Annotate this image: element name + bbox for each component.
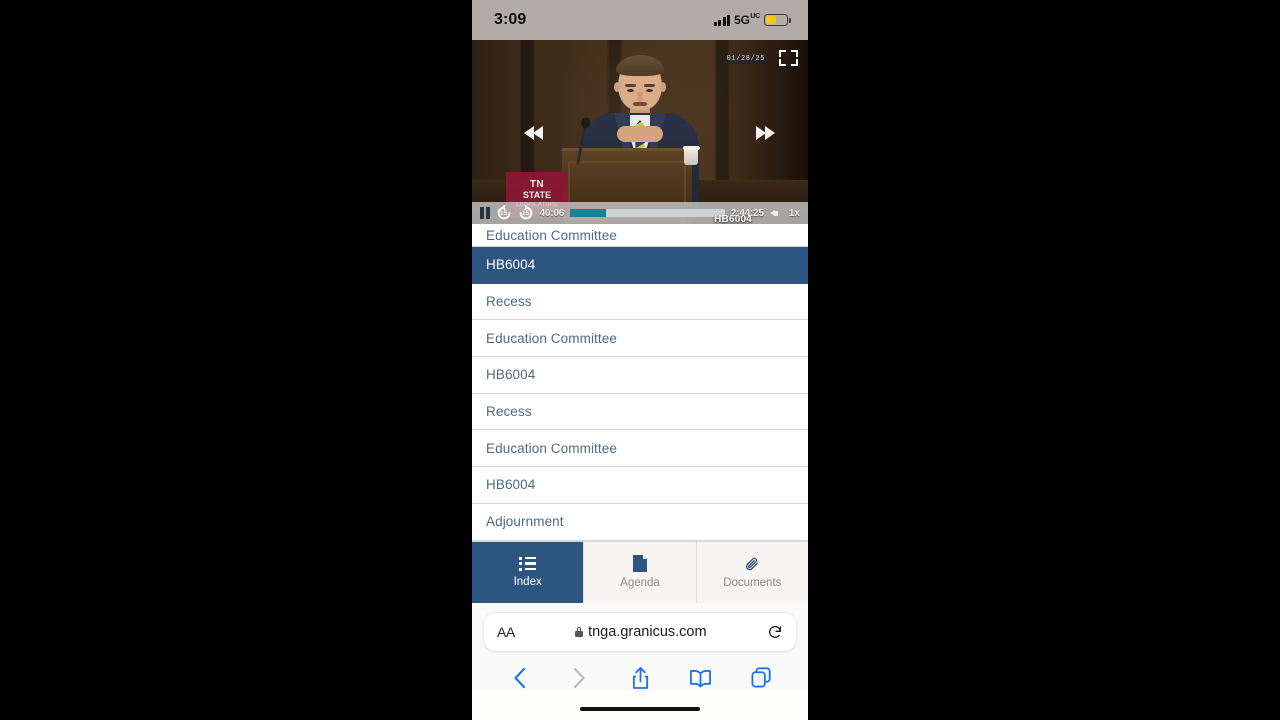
text-size-button[interactable]: AA	[497, 624, 515, 640]
home-indicator	[580, 706, 700, 711]
list-item[interactable]: Education Committee	[472, 430, 808, 468]
video-player[interactable]: 01/28/25 TN STATE LEGISLATURE HB6004	[472, 40, 808, 224]
progress-scrubber[interactable]	[570, 209, 725, 217]
tab-agenda-label: Agenda	[620, 577, 660, 589]
list-item[interactable]: Recess	[472, 394, 808, 431]
list-item-label: Education Committee	[486, 228, 617, 243]
forward-icon	[567, 665, 593, 691]
skip-back-15-button[interactable]: 15	[496, 205, 512, 221]
url-text: tnga.granicus.com	[588, 623, 707, 640]
list-item-label: Recess	[486, 404, 532, 420]
list-item[interactable]: HB6004	[472, 357, 808, 394]
current-time-label: 40:06	[539, 207, 565, 219]
status-bar: 3:09 5G UC	[472, 0, 808, 40]
playback-speed-button[interactable]: 1x	[789, 208, 800, 219]
signal-bars-icon	[713, 14, 731, 26]
list-item[interactable]: Recess	[472, 284, 808, 321]
video-date-overlay: 01/28/25	[723, 54, 768, 64]
list-item-label: HB6004	[486, 367, 536, 383]
list-item[interactable]: Education Committee	[472, 224, 808, 247]
phone-viewport: 3:09 5G UC 01/28/25 TN STATE HB6004 15 1…	[472, 0, 808, 720]
list-item-label: HB6004	[486, 477, 536, 493]
skip-forward-label: 15	[521, 209, 530, 217]
list-item[interactable]: Education Committee	[472, 320, 808, 358]
tab-agenda[interactable]: Agenda	[584, 541, 697, 603]
list-item[interactable]: Adjournment	[472, 504, 808, 541]
watermark-line-2: STATE	[522, 190, 552, 200]
index-list: Education Committee HB6004 Recess Educat…	[472, 224, 808, 541]
bookmarks-icon[interactable]	[688, 665, 714, 691]
pause-button[interactable]	[480, 207, 490, 219]
network-type-text: 5G	[734, 13, 750, 27]
text-size-label: AA	[497, 623, 515, 640]
skip-forward-15-button[interactable]: 15	[518, 205, 534, 221]
tab-documents-label: Documents	[723, 577, 782, 589]
reload-icon[interactable]	[767, 624, 783, 640]
address-bar[interactable]: AA tnga.granicus.com	[484, 612, 796, 651]
fullscreen-expand-icon[interactable]	[779, 50, 798, 66]
network-subtype-text: UC	[750, 13, 760, 20]
paperclip-icon	[746, 557, 759, 571]
list-icon	[519, 556, 537, 571]
list-item-selected[interactable]: HB6004	[472, 247, 808, 284]
status-bar-time: 3:09	[494, 11, 527, 28]
list-item-label: Education Committee	[486, 330, 617, 346]
list-item-label: Recess	[486, 294, 532, 310]
tab-index[interactable]: Index	[472, 541, 585, 603]
coffee-cup	[682, 145, 700, 165]
battery-icon	[764, 14, 791, 26]
list-item[interactable]: HB6004	[472, 467, 808, 504]
bottom-tab-bar: Index Agenda Documents	[472, 540, 808, 603]
share-icon[interactable]	[627, 665, 653, 691]
document-icon	[632, 555, 647, 572]
skip-back-label: 15	[499, 209, 508, 217]
safari-chrome: AA tnga.granicus.com	[472, 602, 808, 711]
list-item-label: Adjournment	[486, 514, 564, 530]
watermark-line-1: TN	[529, 179, 545, 190]
url-display[interactable]: tnga.granicus.com	[575, 623, 707, 640]
list-item-label: Education Committee	[486, 440, 617, 456]
volume-icon[interactable]	[769, 207, 783, 219]
speaker-hands	[617, 126, 663, 142]
tabs-icon[interactable]	[748, 665, 774, 691]
network-type-label: 5G UC	[734, 13, 760, 27]
video-caption-label: HB6004	[714, 214, 752, 224]
list-item-label: HB6004	[486, 257, 536, 273]
video-control-bar: 15 15 40:06 2:44:25 1x	[472, 202, 808, 224]
back-icon[interactable]	[506, 665, 532, 691]
lock-icon	[575, 626, 584, 637]
tab-documents[interactable]: Documents	[697, 542, 808, 603]
screen: 3:09 5G UC 01/28/25 TN STATE HB6004 15 1…	[0, 0, 1280, 720]
tab-index-label: Index	[513, 575, 542, 588]
progress-fill	[570, 209, 606, 217]
safari-toolbar	[484, 651, 796, 691]
status-bar-indicators: 5G UC	[713, 13, 791, 27]
